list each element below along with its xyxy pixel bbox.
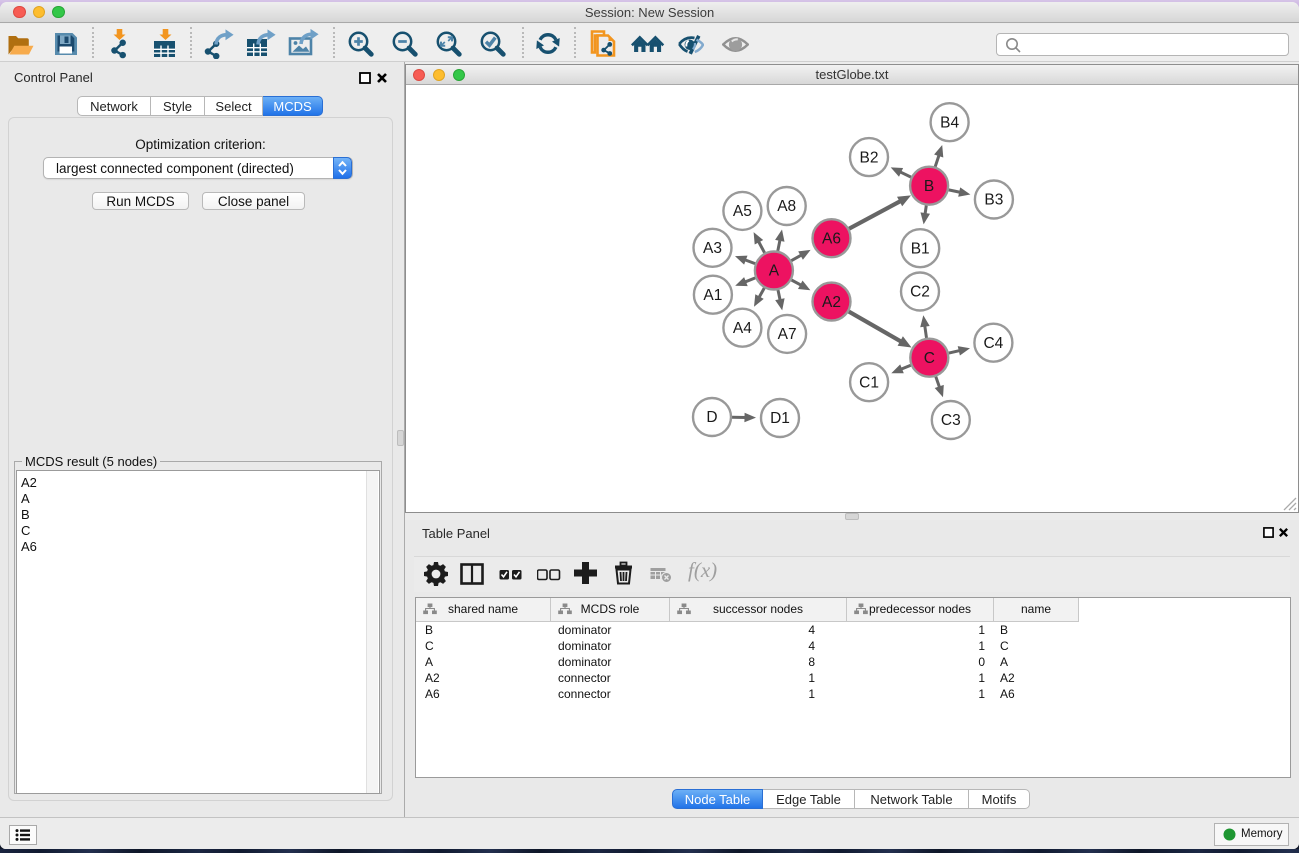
- svg-text:C1: C1: [859, 374, 879, 391]
- svg-text:A2: A2: [822, 294, 841, 311]
- svg-text:A8: A8: [777, 198, 796, 215]
- svg-text:A6: A6: [822, 230, 841, 247]
- svg-text:A3: A3: [703, 240, 722, 257]
- svg-text:D1: D1: [770, 410, 790, 427]
- svg-text:A7: A7: [778, 326, 797, 343]
- svg-text:B1: B1: [911, 240, 930, 257]
- svg-text:B4: B4: [940, 114, 959, 131]
- svg-text:C2: C2: [910, 284, 930, 301]
- svg-text:D: D: [706, 409, 717, 426]
- svg-text:C4: C4: [983, 335, 1003, 352]
- svg-text:A4: A4: [733, 320, 752, 337]
- svg-text:A5: A5: [733, 203, 752, 220]
- svg-text:C3: C3: [941, 412, 961, 429]
- svg-text:A: A: [769, 263, 780, 280]
- svg-text:A1: A1: [703, 287, 722, 304]
- svg-text:B3: B3: [984, 192, 1003, 209]
- svg-text:f(x): f(x): [688, 559, 717, 582]
- svg-text:B2: B2: [860, 149, 879, 166]
- svg-text:C: C: [924, 350, 935, 367]
- svg-text:B: B: [924, 178, 934, 195]
